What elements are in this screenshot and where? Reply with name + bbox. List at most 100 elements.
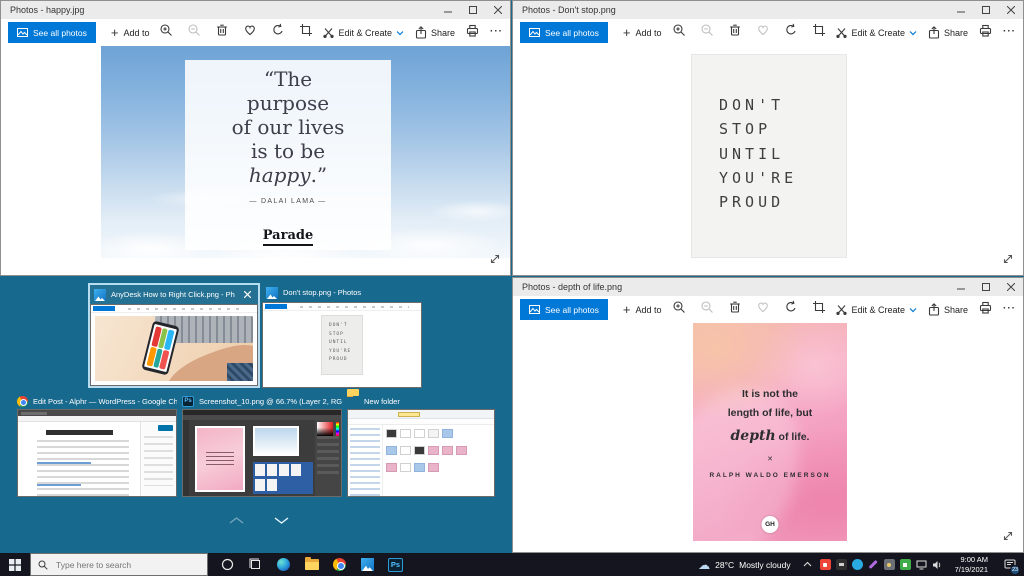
share-button[interactable]: Share	[928, 26, 968, 39]
taskview-tile-anydesk[interactable]: AnyDesk How to Right Click.png - Photos	[88, 283, 260, 388]
quote-block: It is not the length of life, but depth …	[693, 385, 847, 479]
add-to-button[interactable]: +Add to	[623, 26, 662, 39]
tray-pen-icon[interactable]	[868, 559, 879, 570]
see-all-photos-button[interactable]: See all photos	[520, 299, 608, 320]
clock[interactable]: 9:00 AM 7/19/2021	[951, 555, 992, 575]
print-button[interactable]	[466, 24, 479, 42]
link-line	[37, 462, 91, 464]
tray-anydesk-icon[interactable]	[820, 559, 831, 570]
more-button[interactable]: ···	[1003, 26, 1016, 40]
weather-widget[interactable]: ☁ 28°C Mostly cloudy	[694, 553, 795, 576]
delete-button[interactable]	[215, 23, 229, 42]
close-button[interactable]	[485, 1, 510, 19]
rotate-button[interactable]	[784, 300, 798, 319]
titlebar[interactable]: Photos - depth of life.png	[513, 278, 1023, 296]
zoom-out-button[interactable]	[187, 23, 201, 42]
folder-icon	[347, 396, 359, 406]
close-button[interactable]	[998, 278, 1023, 296]
file-explorer-button[interactable]	[304, 557, 319, 572]
add-to-button[interactable]: +Add to	[623, 303, 662, 316]
tray-expand-button[interactable]	[803, 560, 812, 569]
minimize-button[interactable]	[435, 1, 460, 19]
zoom-in-button[interactable]	[672, 23, 686, 42]
titlebar[interactable]: Photos - Don't stop.png	[513, 1, 1023, 19]
hue-strip	[336, 422, 339, 436]
favorite-button[interactable]	[756, 300, 770, 319]
crop-button[interactable]	[812, 300, 826, 319]
start-button[interactable]	[0, 553, 30, 576]
crop-button[interactable]	[299, 23, 313, 42]
tile-close-button[interactable]	[240, 288, 254, 302]
scroll-down-button[interactable]	[273, 512, 290, 530]
rotate-button[interactable]	[784, 23, 798, 42]
edit-create-button[interactable]: Edit & Create	[836, 304, 917, 315]
edge-button[interactable]	[276, 557, 291, 572]
delete-button[interactable]	[728, 300, 742, 319]
tray-app-icon[interactable]	[836, 559, 847, 570]
close-button[interactable]	[998, 1, 1023, 19]
zoom-out-button[interactable]	[700, 23, 714, 42]
photoshop-button[interactable]: Ps	[388, 557, 403, 572]
photos-toolbar: See all photos +Add to Edit & Create	[1, 19, 510, 46]
more-button[interactable]: ···	[490, 26, 503, 40]
print-button[interactable]	[979, 24, 992, 42]
quote-line: STOP	[719, 117, 846, 141]
tray-app2-icon[interactable]	[884, 559, 895, 570]
tray-volume-icon[interactable]	[932, 559, 943, 570]
maximize-button[interactable]	[973, 1, 998, 19]
fullscreen-button[interactable]	[1002, 529, 1014, 547]
search-input[interactable]	[54, 559, 184, 571]
minimize-button[interactable]	[948, 278, 973, 296]
taskview-tile-chrome[interactable]: Edit Post - Alphr — WordPress - Google C…	[17, 393, 177, 497]
tile-preview	[347, 409, 495, 497]
taskview-tile-dontstop[interactable]: Don't stop.png - Photos DON'T STOP UNTIL…	[262, 283, 422, 388]
more-button[interactable]: ···	[1003, 303, 1016, 317]
edge-icon	[277, 558, 290, 571]
edit-create-button[interactable]: Edit & Create	[323, 27, 404, 38]
crop-button[interactable]	[812, 23, 826, 42]
maximize-button[interactable]	[973, 278, 998, 296]
chrome-button[interactable]	[332, 557, 347, 572]
zoom-out-button[interactable]	[700, 300, 714, 319]
fullscreen-button[interactable]	[1002, 252, 1014, 270]
taskview-tile-folder[interactable]: New folder	[347, 393, 495, 497]
share-button[interactable]: Share	[928, 303, 968, 316]
publish-button-shape	[158, 425, 173, 431]
add-to-button[interactable]: +Add to	[111, 26, 150, 39]
see-all-photos-button[interactable]: See all photos	[8, 22, 96, 43]
cortana-button[interactable]	[220, 557, 235, 572]
print-button[interactable]	[979, 301, 992, 319]
share-button[interactable]: Share	[415, 26, 455, 39]
photos-app-icon	[361, 558, 374, 571]
action-center-button[interactable]: 23	[1000, 553, 1020, 576]
photo-viewer: “The purpose of our lives is to be happy…	[1, 46, 510, 275]
edit-create-button[interactable]: Edit & Create	[836, 27, 917, 38]
search-box[interactable]	[30, 553, 208, 576]
document-pink	[195, 426, 245, 492]
right-panel	[315, 420, 341, 496]
tile-title: Screenshot_10.png @ 66.7% (Layer 2, RGB/…	[199, 397, 342, 406]
scroll-up-button[interactable]	[228, 512, 245, 530]
favorite-button[interactable]	[243, 23, 257, 42]
tray-app3-icon[interactable]	[900, 559, 911, 570]
delete-button[interactable]	[728, 23, 742, 42]
rotate-button[interactable]	[271, 23, 285, 42]
task-view-button[interactable]	[248, 557, 263, 572]
see-all-photos-button[interactable]: See all photos	[520, 22, 608, 43]
fullscreen-button[interactable]	[489, 252, 501, 270]
tray-network-icon[interactable]	[916, 559, 927, 570]
zoom-in-button[interactable]	[672, 300, 686, 319]
phone-screen	[144, 323, 177, 371]
favorite-button[interactable]	[756, 23, 770, 42]
maximize-button[interactable]	[460, 1, 485, 19]
window-title: Photos - depth of life.png	[513, 282, 622, 292]
tools-column	[183, 420, 189, 496]
photos-button[interactable]	[360, 557, 375, 572]
titlebar[interactable]: Photos - happy.jpg	[1, 1, 510, 19]
taskview-tile-photoshop[interactable]: Ps Screenshot_10.png @ 66.7% (Layer 2, R…	[182, 393, 342, 497]
minimize-button[interactable]	[948, 1, 973, 19]
zoom-in-button[interactable]	[159, 23, 173, 42]
photos-app-icon	[94, 289, 106, 301]
quote-line: purpose	[185, 91, 391, 115]
tray-messenger-icon[interactable]	[852, 559, 863, 570]
